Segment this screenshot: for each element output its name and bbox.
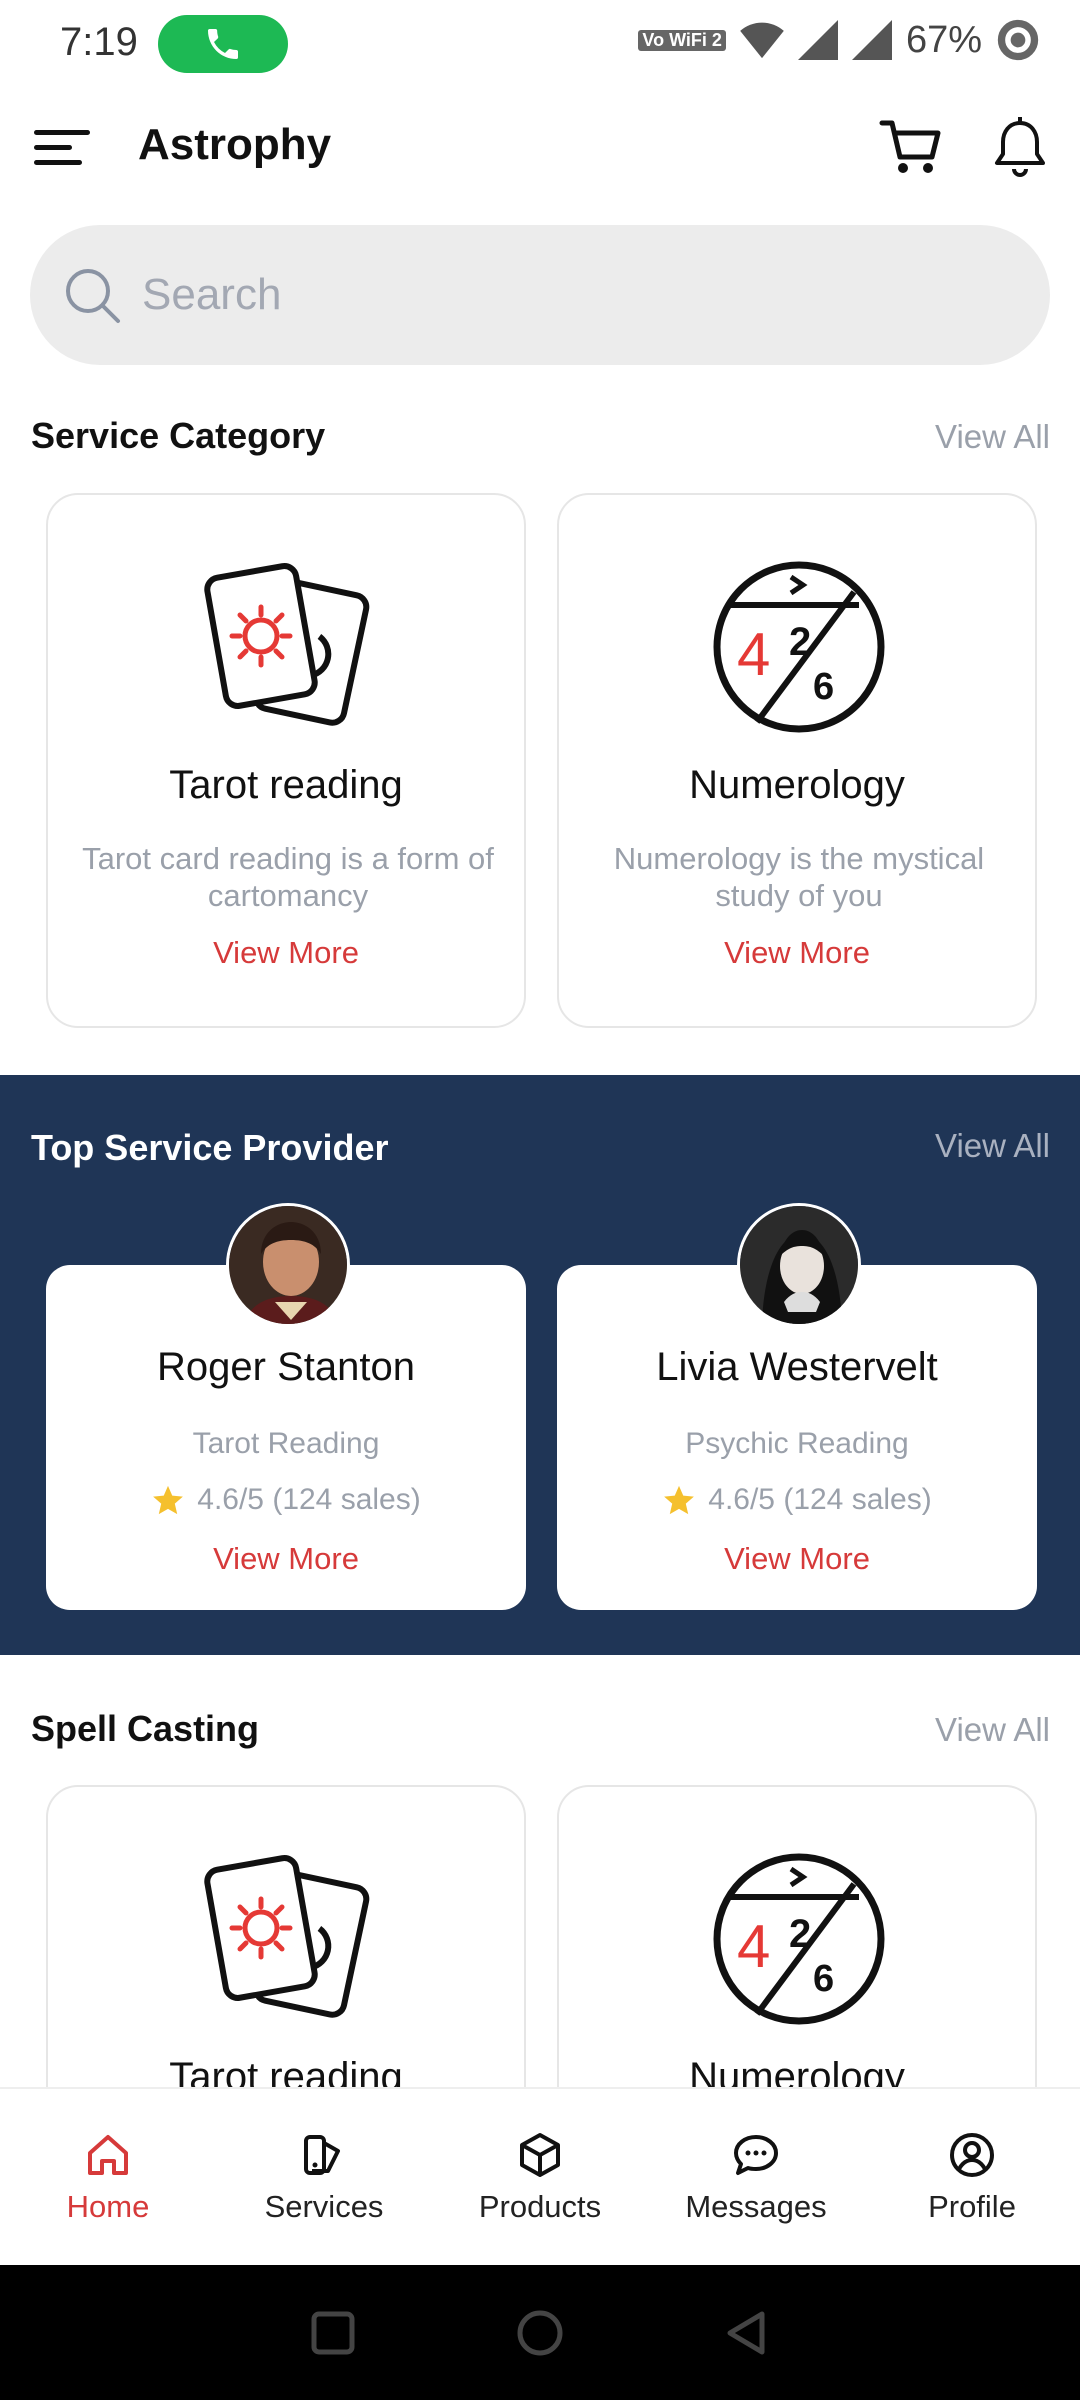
view-more-link[interactable]: View More	[46, 1541, 526, 1577]
bottom-nav: Home Services Products Messages Profile	[0, 2087, 1080, 2265]
back-icon[interactable]	[724, 2310, 770, 2356]
home-circle-icon[interactable]	[516, 2309, 564, 2357]
battery-ring-icon	[997, 19, 1039, 61]
view-all-service-category[interactable]: View All	[935, 418, 1050, 456]
signal-icon	[797, 20, 838, 60]
nav-products[interactable]: Products	[432, 2089, 648, 2265]
status-bar: 7:19 Vo WiFi 2 67%	[0, 0, 1080, 90]
nav-label: Services	[264, 2189, 384, 2224]
cart-icon[interactable]	[878, 115, 942, 179]
star-icon	[153, 1485, 184, 1515]
services-icon	[304, 2135, 340, 2175]
svg-text:4: 4	[737, 1913, 770, 1980]
view-more-link[interactable]: View More	[48, 935, 524, 971]
view-all-spell-casting[interactable]: View All	[935, 1711, 1050, 1749]
nav-label: Profile	[928, 2189, 1016, 2224]
avatar	[737, 1203, 861, 1327]
phone-icon	[208, 29, 238, 59]
card-title: Numerology	[689, 763, 905, 807]
ongoing-call-chip[interactable]	[158, 15, 288, 73]
svg-text:6: 6	[813, 1958, 834, 2000]
svg-text:4: 4	[737, 621, 770, 688]
star-icon	[664, 1485, 695, 1515]
section-title-spell-casting: Spell Casting	[31, 1708, 260, 1749]
nav-label: Home	[66, 2189, 150, 2224]
provider-name: Livia Westervelt	[656, 1345, 938, 1389]
svg-text:2: 2	[789, 620, 811, 664]
card-description: Tarot card reading is a form of cartoman…	[82, 841, 494, 913]
view-all-top-provider[interactable]: View All	[935, 1127, 1050, 1165]
app-bar: Astrophy	[0, 100, 1080, 195]
provider-rating: 4.6/5 (124 sales)	[46, 1483, 526, 1517]
box-icon	[520, 2133, 560, 2177]
bell-icon[interactable]	[990, 115, 1050, 179]
numerology-icon: 4 2 6	[713, 1853, 885, 2025]
view-more-link[interactable]: View More	[557, 1541, 1037, 1577]
rating-text: 4.6/5 (124 sales)	[708, 1483, 932, 1516]
avatar	[226, 1203, 350, 1327]
card-title: Tarot reading	[169, 763, 403, 807]
section-title-service-category: Service Category	[31, 415, 326, 456]
vowifi-icon: Vo WiFi 2	[638, 29, 726, 51]
category-card-tarot[interactable]: Tarot reading Tarot card reading is a fo…	[46, 493, 526, 1028]
provider-name: Roger Stanton	[157, 1345, 415, 1389]
top-provider-section: Top Service Provider View All Roger Stan…	[0, 1075, 1080, 1655]
nav-label: Products	[478, 2189, 602, 2224]
rating-text: 4.6/5 (124 sales)	[197, 1483, 421, 1516]
nav-messages[interactable]: Messages	[648, 2089, 864, 2265]
numerology-icon: 4 2 6	[713, 561, 885, 733]
tarot-cards-icon	[204, 563, 370, 726]
profile-icon	[950, 2133, 994, 2177]
status-time: 7:19	[60, 20, 138, 64]
chat-icon	[734, 2135, 778, 2175]
view-more-link[interactable]: View More	[559, 935, 1035, 971]
recents-icon[interactable]	[310, 2310, 356, 2356]
svg-text:2: 2	[789, 1912, 811, 1956]
signal-2-icon	[851, 20, 892, 60]
menu-icon[interactable]	[32, 118, 92, 178]
card-description: Numerology is the mystical study of you	[613, 841, 985, 913]
nav-home[interactable]: Home	[0, 2089, 216, 2265]
wifi-icon	[740, 22, 784, 59]
nav-profile[interactable]: Profile	[864, 2089, 1080, 2265]
provider-service: Tarot Reading	[192, 1427, 380, 1460]
provider-card[interactable]: Roger Stanton Tarot Reading 4.6/5 (124 s…	[46, 1203, 526, 1610]
provider-rating: 4.6/5 (124 sales)	[557, 1483, 1037, 1517]
home-icon	[88, 2135, 128, 2175]
category-card-numerology[interactable]: 4 2 6 Numerology Numerology is the mysti…	[557, 493, 1037, 1028]
search-bar[interactable]	[30, 225, 1050, 365]
nav-label: Messages	[685, 2189, 827, 2224]
search-icon	[66, 269, 120, 323]
nav-services[interactable]: Services	[216, 2089, 432, 2265]
svg-text:6: 6	[813, 666, 834, 708]
section-title-top-provider: Top Service Provider	[31, 1127, 389, 1168]
provider-card[interactable]: Livia Westervelt Psychic Reading 4.6/5 (…	[557, 1203, 1037, 1610]
search-input[interactable]	[142, 270, 942, 320]
app-title: Astrophy	[138, 120, 332, 169]
tarot-cards-icon	[204, 1855, 370, 2018]
provider-service: Psychic Reading	[685, 1427, 909, 1460]
battery-percent: 67%	[905, 18, 982, 61]
system-nav-bar	[0, 2265, 1080, 2400]
